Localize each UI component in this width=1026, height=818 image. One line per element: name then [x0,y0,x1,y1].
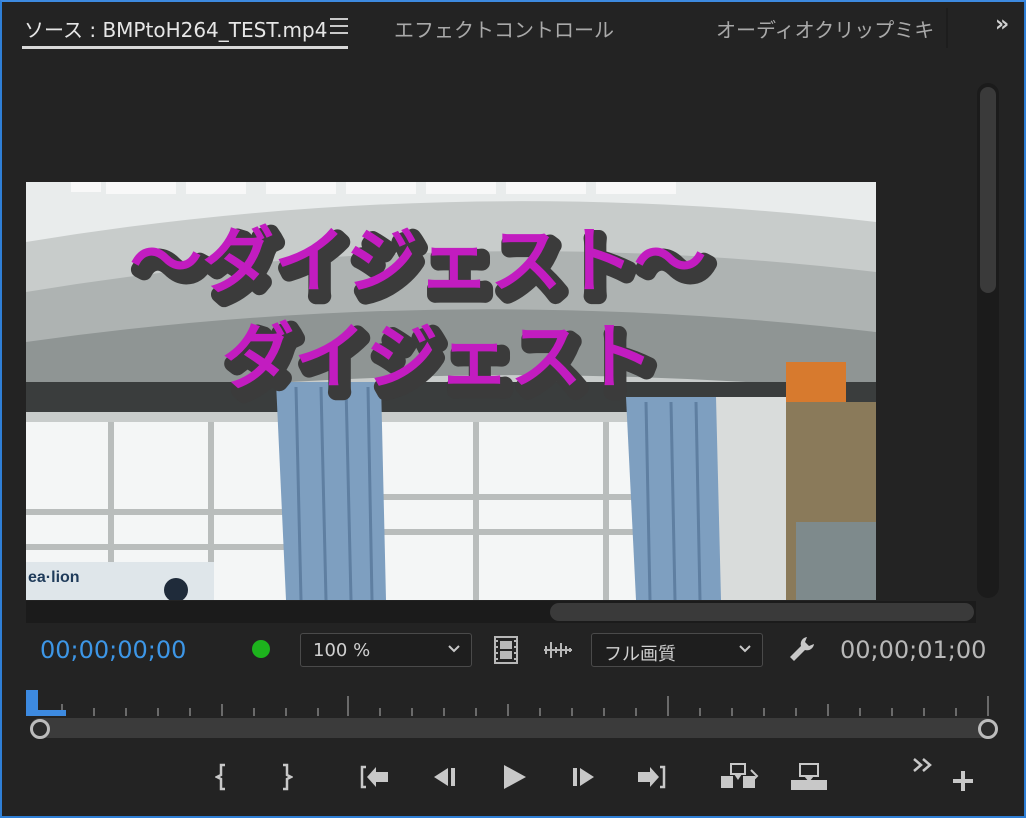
double-chevron-right-icon [913,758,932,772]
tab-audio-clip-mixer[interactable]: オーディオクリップミキ [716,14,946,43]
insert-icon [721,763,759,788]
go-to-in-icon [360,765,388,789]
zoom-level-select[interactable]: 100 % [300,633,472,667]
tab-effect-controls[interactable]: エフェクトコントロール [394,14,614,43]
step-forward-icon [573,768,594,786]
vertical-scrollbar-thumb[interactable] [980,87,996,293]
zoom-scroll-track[interactable] [30,718,996,738]
active-tab-underline [22,46,348,49]
svg-text:〜ダイジェスト〜: 〜ダイジェスト〜 [130,219,706,303]
wrench-settings-icon[interactable] [787,634,817,664]
time-ruler[interactable] [26,688,996,718]
horizontal-scrollbar-thumb[interactable] [550,603,974,621]
mark-out-icon [283,763,293,791]
playback-quality-select[interactable]: フル画質 [591,633,763,667]
status-indicator-dot [252,640,270,658]
vertical-scrollbar[interactable] [977,83,999,598]
out-range-handle[interactable] [978,719,998,739]
step-back-button[interactable] [428,760,460,794]
horizontal-scrollbar[interactable] [26,601,976,623]
go-to-in-button[interactable] [356,760,392,794]
audio-waveform-icon[interactable] [543,638,573,662]
panel-menu-icon[interactable] [330,18,348,34]
chevron-down-icon [739,645,751,653]
panel-tab-bar: ソース : BMPtoH264_TEST.mp4 エフェクトコントロール オーデ… [0,0,1022,56]
svg-text:ea·lion: ea·lion [28,569,80,586]
overwrite-button[interactable] [788,760,830,794]
more-controls-button[interactable] [910,752,936,778]
button-editor-button[interactable] [950,768,976,794]
tab-source[interactable]: ソース : BMPtoH264_TEST.mp4 [24,14,327,43]
more-tabs-chevron-icon[interactable]: » [995,12,1009,37]
tab-overflow-divider [946,8,948,48]
in-range-handle[interactable] [30,719,50,739]
playback-quality-value: フル画質 [604,644,676,665]
insert-button[interactable] [718,760,760,794]
mark-out-button[interactable] [276,760,296,794]
playhead-foot [26,710,66,716]
go-to-out-icon [638,765,666,789]
play-icon [504,765,526,789]
zoom-level-value: 100 % [313,640,371,661]
plus-icon [953,771,973,791]
mark-in-icon [215,763,225,791]
current-timecode[interactable]: 00;00;00;00 [40,636,186,664]
film-strip-icon[interactable] [494,636,518,664]
mark-in-button[interactable] [212,760,232,794]
chevron-down-icon [448,645,460,653]
step-forward-button[interactable] [568,760,600,794]
duration-timecode: 00;00;01;00 [840,636,987,664]
play-button[interactable] [498,760,530,794]
step-back-icon [434,768,455,786]
overwrite-icon [791,763,827,790]
go-to-out-button[interactable] [634,760,670,794]
video-frame[interactable]: ea·lion 〜ダイジェスト〜 〜ダイジェスト〜 ダイジェスト ダイジェスト [26,182,876,600]
video-frame-image: ea·lion 〜ダイジェスト〜 〜ダイジェスト〜 ダイジェスト ダイジェスト [26,182,876,600]
svg-text:ダイジェスト: ダイジェスト [222,315,654,399]
